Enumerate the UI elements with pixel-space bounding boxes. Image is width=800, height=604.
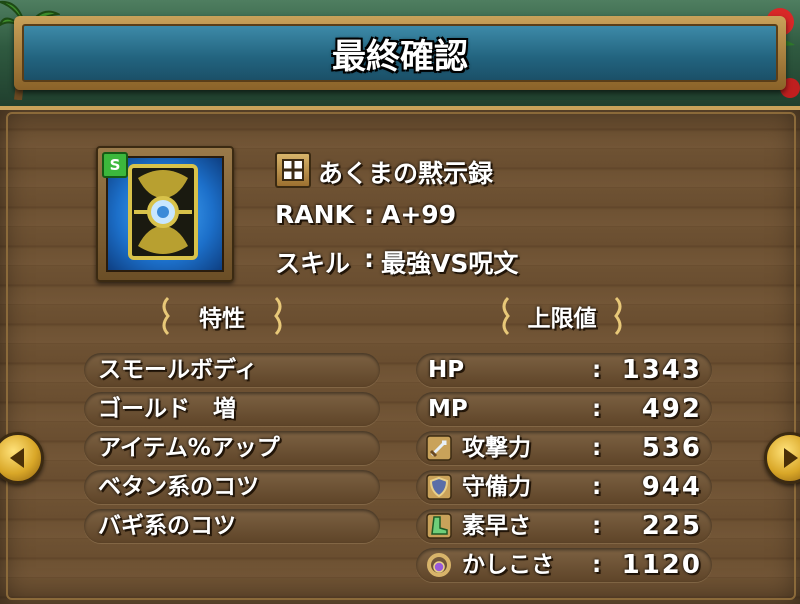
item-type-icon <box>275 152 311 188</box>
stat-value: 492 <box>641 394 702 424</box>
arrow-right-icon <box>784 448 798 468</box>
sword-icon <box>426 435 452 461</box>
stat-colon: : <box>592 513 602 539</box>
trait-row: バギ系のコツ <box>84 509 380 543</box>
stat-colon: : <box>592 396 602 422</box>
wisdom-ring-icon <box>427 553 451 577</box>
trait-label: バギ系のコツ <box>98 513 236 539</box>
skill-value: 最強VS呪文 <box>381 249 519 278</box>
item-name: あくまの黙示録 <box>318 159 494 188</box>
boot-icon <box>426 513 452 539</box>
stat-label: 攻撃力 <box>462 435 531 461</box>
trait-row: ベタン系のコツ <box>84 470 380 504</box>
stat-row-agility: 素早さ : 225 <box>416 509 712 543</box>
stat-value: 1343 <box>621 355 702 385</box>
skill-label: スキル <box>275 249 351 278</box>
stat-label: かしこさ <box>462 552 554 578</box>
title-bar: 最終確認 <box>14 16 786 90</box>
stat-value: 536 <box>641 433 702 463</box>
stat-label: MP <box>428 396 468 422</box>
stats-header-label: 上限値 <box>527 306 597 332</box>
traits-header: 特性 <box>162 296 282 336</box>
trait-label: ベタン系のコツ <box>98 474 259 500</box>
stat-colon: : <box>592 552 602 578</box>
stat-row-wisdom: かしこさ : 1120 <box>416 548 712 582</box>
arrow-left-icon <box>10 448 24 468</box>
rank-colon: : <box>364 200 374 229</box>
stat-label: HP <box>428 357 465 383</box>
stat-value: 944 <box>641 472 702 502</box>
stat-colon: : <box>592 357 602 383</box>
stat-row-hp: HP : 1343 <box>416 353 712 387</box>
trait-row: アイテム%アップ <box>84 431 380 465</box>
stat-label: 守備力 <box>462 474 531 500</box>
stat-colon: : <box>592 474 602 500</box>
shield-icon <box>426 474 452 500</box>
stat-label: 素早さ <box>462 513 531 539</box>
stat-row-defense: 守備力 : 944 <box>416 470 712 504</box>
stat-colon: : <box>592 435 602 461</box>
rank-label: RANK <box>275 200 354 229</box>
trait-row: ゴールド 増 <box>84 392 380 426</box>
stat-row-attack: 攻撃力 : 536 <box>416 431 712 465</box>
stat-row-mp: MP : 492 <box>416 392 712 426</box>
grade-badge: S <box>102 152 128 178</box>
stat-value: 1120 <box>621 550 702 580</box>
trait-label: スモールボディ <box>98 357 258 383</box>
trait-label: ゴールド 増 <box>98 396 236 422</box>
traits-header-label: 特性 <box>199 306 245 332</box>
page-title: 最終確認 <box>332 36 468 77</box>
rank-value: A+99 <box>381 200 457 229</box>
trait-row: スモールボディ <box>84 353 380 387</box>
stat-value: 225 <box>641 511 702 541</box>
skill-colon: : <box>364 244 374 273</box>
stats-header: 上限値 <box>502 296 622 336</box>
trait-label: アイテム%アップ <box>98 435 280 461</box>
